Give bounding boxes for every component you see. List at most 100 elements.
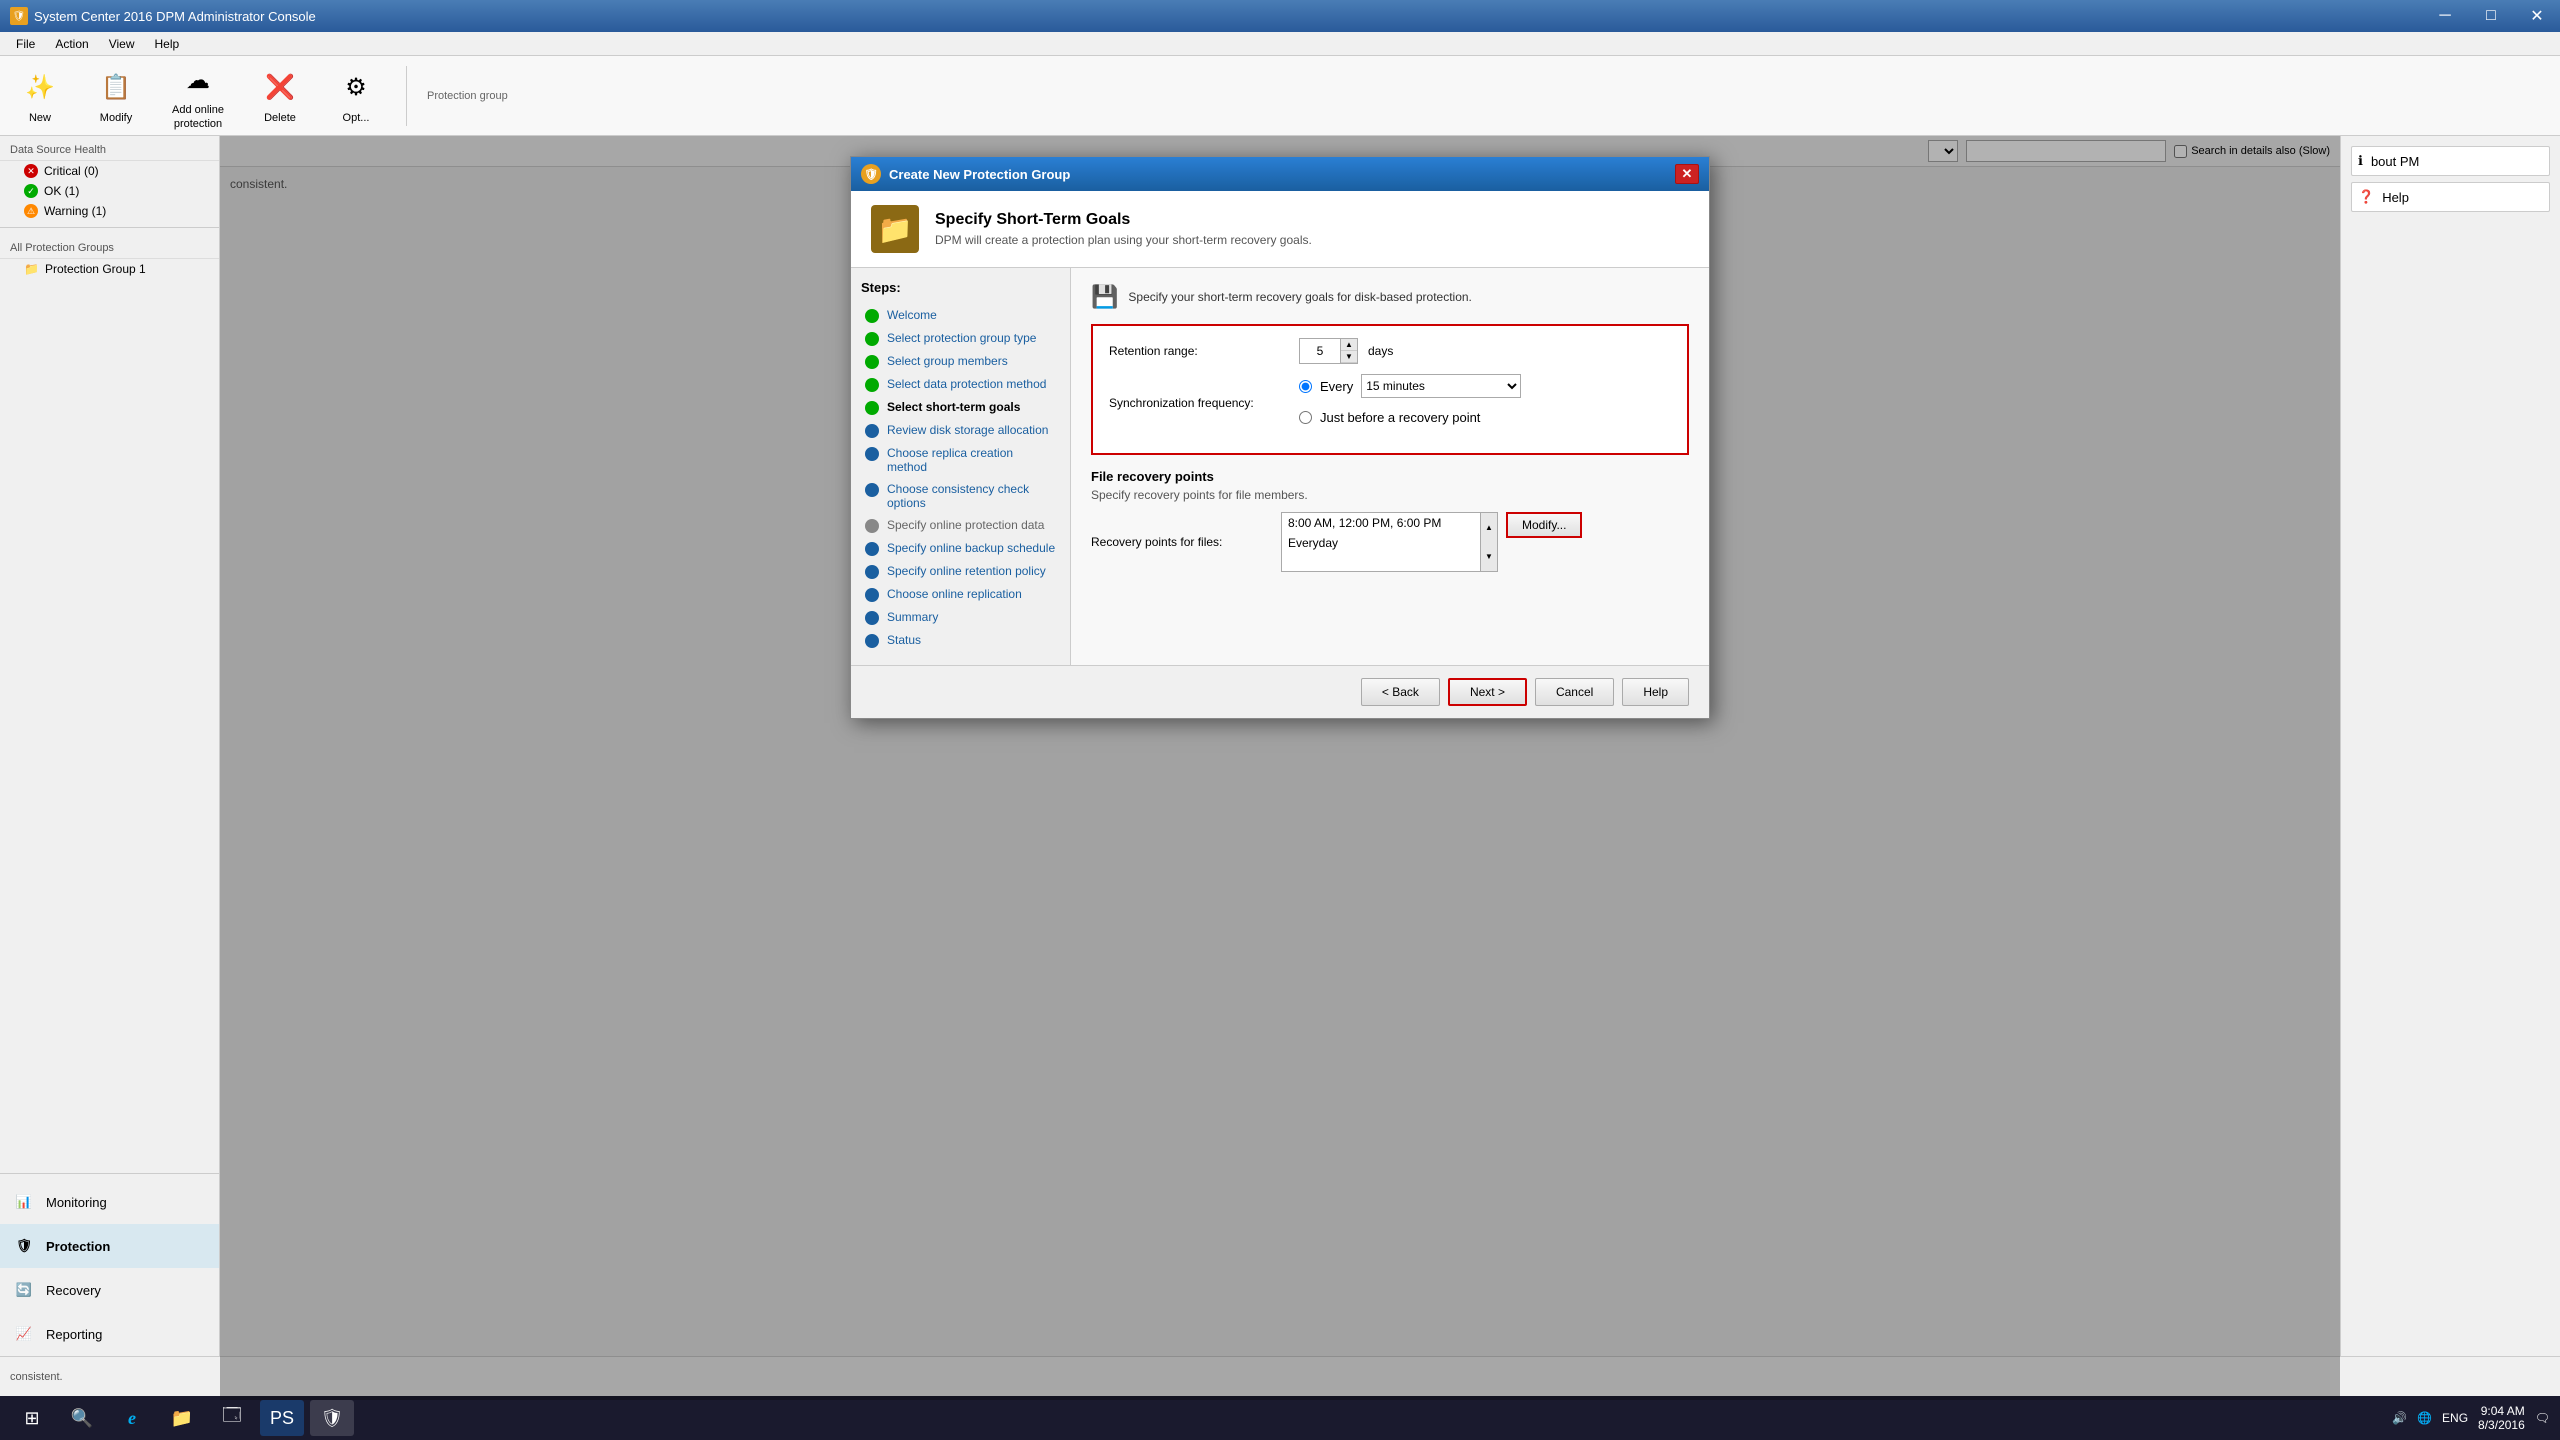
modify-icon: 📋 <box>96 68 136 108</box>
menu-file[interactable]: File <box>8 35 43 53</box>
toolbar-optimize-button[interactable]: ⚙ Opt... <box>326 64 386 128</box>
step-consistency-check[interactable]: Choose consistency check options <box>861 479 1060 513</box>
menu-help[interactable]: Help <box>147 35 188 53</box>
step-choose-replica[interactable]: Choose replica creation method <box>861 443 1060 477</box>
close-button[interactable]: ✕ <box>2514 0 2560 32</box>
about-icon: ℹ <box>2358 153 2363 169</box>
taskbar-notification-button[interactable]: 🗨 <box>2535 1411 2550 1425</box>
sidebar-nav-monitoring[interactable]: 📊 Monitoring <box>0 1180 219 1224</box>
monitoring-label: Monitoring <box>46 1195 107 1210</box>
sync-interval-select[interactable]: 15 minutes 30 minutes 1 hour 2 hours <box>1361 374 1521 398</box>
step-online-retention[interactable]: Specify online retention policy <box>861 561 1060 582</box>
dialog-header-icon: 📁 <box>871 205 919 253</box>
step-online-backup-label: Specify online backup schedule <box>887 541 1055 555</box>
recovery-point-1: 8:00 AM, 12:00 PM, 6:00 PM <box>1282 513 1480 533</box>
step-select-short-term[interactable]: Select short-term goals <box>861 397 1060 418</box>
step-online-protection[interactable]: Specify online protection data <box>861 515 1060 536</box>
taskbar-powershell-button[interactable]: PS <box>260 1400 304 1436</box>
step-select-protection-method[interactable]: Select data protection method <box>861 374 1060 395</box>
delete-icon: ❌ <box>260 68 300 108</box>
warning-label: Warning (1) <box>44 204 106 218</box>
step-select-short-term-label: Select short-term goals <box>887 400 1020 414</box>
content-area: Search in details also (Slow) consistent… <box>220 136 2340 1400</box>
step-online-protection-dot <box>865 519 879 533</box>
new-icon: ✨ <box>20 68 60 108</box>
menu-view[interactable]: View <box>101 35 143 53</box>
recovery-label: Recovery <box>46 1283 101 1298</box>
step-review-disk[interactable]: Review disk storage allocation <box>861 420 1060 441</box>
sync-every-radio[interactable] <box>1299 380 1312 393</box>
step-welcome[interactable]: Welcome <box>861 305 1060 326</box>
sidebar-ok[interactable]: ✓ OK (1) <box>0 181 219 201</box>
sync-before-recovery-radio[interactable] <box>1299 411 1312 424</box>
retention-spinbox[interactable]: ▲ ▼ <box>1299 338 1358 364</box>
menu-action[interactable]: Action <box>47 35 96 53</box>
recovery-points-title: File recovery points <box>1091 469 1689 484</box>
dialog-footer: < Back Next > Cancel Help <box>851 665 1709 718</box>
add-online-icon: ☁ <box>178 60 218 100</box>
protection-nav-icon: 🛡 <box>10 1232 38 1260</box>
modify-button[interactable]: Modify... <box>1506 512 1582 538</box>
dialog-header-title: Specify Short-Term Goals <box>935 211 1312 229</box>
modal-overlay: 🛡 Create New Protection Group ✕ 📁 Specif… <box>220 136 2340 1400</box>
step-select-type[interactable]: Select protection group type <box>861 328 1060 349</box>
taskbar-search-button[interactable]: 🔍 <box>60 1400 104 1436</box>
step-online-replication[interactable]: Choose online replication <box>861 584 1060 605</box>
status-text: consistent. <box>10 1371 63 1383</box>
sidebar-warning[interactable]: ⚠ Warning (1) <box>0 201 219 221</box>
retention-value-input[interactable] <box>1300 342 1340 360</box>
minimize-button[interactable]: ─ <box>2422 0 2468 32</box>
maximize-button[interactable]: □ <box>2468 0 2514 32</box>
toolbar-modify-button[interactable]: 📋 Modify <box>86 64 146 128</box>
sidebar-nav-protection[interactable]: 🛡 Protection <box>0 1224 219 1268</box>
recovery-list-scroll-down[interactable]: ▼ <box>1481 542 1497 571</box>
step-online-backup[interactable]: Specify online backup schedule <box>861 538 1060 559</box>
help-panel-button[interactable]: ❓ Help <box>2351 182 2550 212</box>
cancel-button[interactable]: Cancel <box>1535 678 1614 706</box>
sidebar: Data Source Health ✕ Critical (0) ✓ OK (… <box>0 136 220 1400</box>
ok-label: OK (1) <box>44 184 79 198</box>
step-select-type-label: Select protection group type <box>887 331 1036 345</box>
dialog-header-subtitle: DPM will create a protection plan using … <box>935 233 1312 247</box>
back-button[interactable]: < Back <box>1361 678 1440 706</box>
sync-before-recovery-row: Just before a recovery point <box>1299 410 1521 425</box>
steps-panel: Steps: Welcome Select protection group t… <box>851 268 1071 665</box>
recovery-points-label: Recovery points for files: <box>1091 535 1271 549</box>
step-summary[interactable]: Summary <box>861 607 1060 628</box>
retention-increment-button[interactable]: ▲ <box>1341 339 1357 351</box>
next-button[interactable]: Next > <box>1448 678 1527 706</box>
taskbar: ⊞ 🔍 e 📁 🗔 PS 🛡 🔊 🌐 ENG 9:04 AM 8/3/2016 … <box>0 1396 2560 1440</box>
dialog-close-button[interactable]: ✕ <box>1675 164 1699 184</box>
retention-decrement-button[interactable]: ▼ <box>1341 351 1357 363</box>
app-icon: 🛡 <box>10 7 28 25</box>
taskbar-explorer-button[interactable]: 📁 <box>160 1400 204 1436</box>
sidebar-nav-reporting[interactable]: 📈 Reporting <box>0 1312 219 1356</box>
step-status[interactable]: Status <box>861 630 1060 651</box>
taskbar-dpm-button[interactable]: 🛡 <box>310 1400 354 1436</box>
sidebar-protection-group-1[interactable]: 📁 Protection Group 1 <box>0 259 219 279</box>
reporting-label: Reporting <box>46 1327 102 1342</box>
sidebar-critical[interactable]: ✕ Critical (0) <box>0 161 219 181</box>
retention-row: Retention range: ▲ ▼ days <box>1109 338 1671 364</box>
help-button[interactable]: Help <box>1622 678 1689 706</box>
step-select-members[interactable]: Select group members <box>861 351 1060 372</box>
taskbar-taskview-button[interactable]: 🗔 <box>210 1400 254 1436</box>
start-button[interactable]: ⊞ <box>10 1400 54 1436</box>
window-controls: ─ □ ✕ <box>2422 0 2560 32</box>
dialog-header-text: Specify Short-Term Goals DPM will create… <box>935 211 1312 247</box>
new-label: New <box>29 112 51 124</box>
help-icon: ❓ <box>2358 189 2374 205</box>
sidebar-nav-recovery[interactable]: 🔄 Recovery <box>0 1268 219 1312</box>
toolbar-new-button[interactable]: ✨ New <box>10 64 70 128</box>
data-source-health-title: Data Source Health <box>0 136 219 161</box>
recovery-list-scroll-up[interactable]: ▲ <box>1481 513 1497 542</box>
toolbar-add-online-protection-button[interactable]: ☁ Add onlineprotection <box>162 56 234 134</box>
taskbar-edge-button[interactable]: e <box>110 1400 154 1436</box>
toolbar-delete-button[interactable]: ❌ Delete <box>250 64 310 128</box>
optimize-icon: ⚙ <box>336 68 376 108</box>
folder-icon: 📁 <box>24 262 39 276</box>
step-consistency-label: Choose consistency check options <box>887 482 1056 510</box>
step-consistency-dot <box>865 483 879 497</box>
about-button[interactable]: ℹ bout PM <box>2351 146 2550 176</box>
step-choose-replica-label: Choose replica creation method <box>887 446 1056 474</box>
